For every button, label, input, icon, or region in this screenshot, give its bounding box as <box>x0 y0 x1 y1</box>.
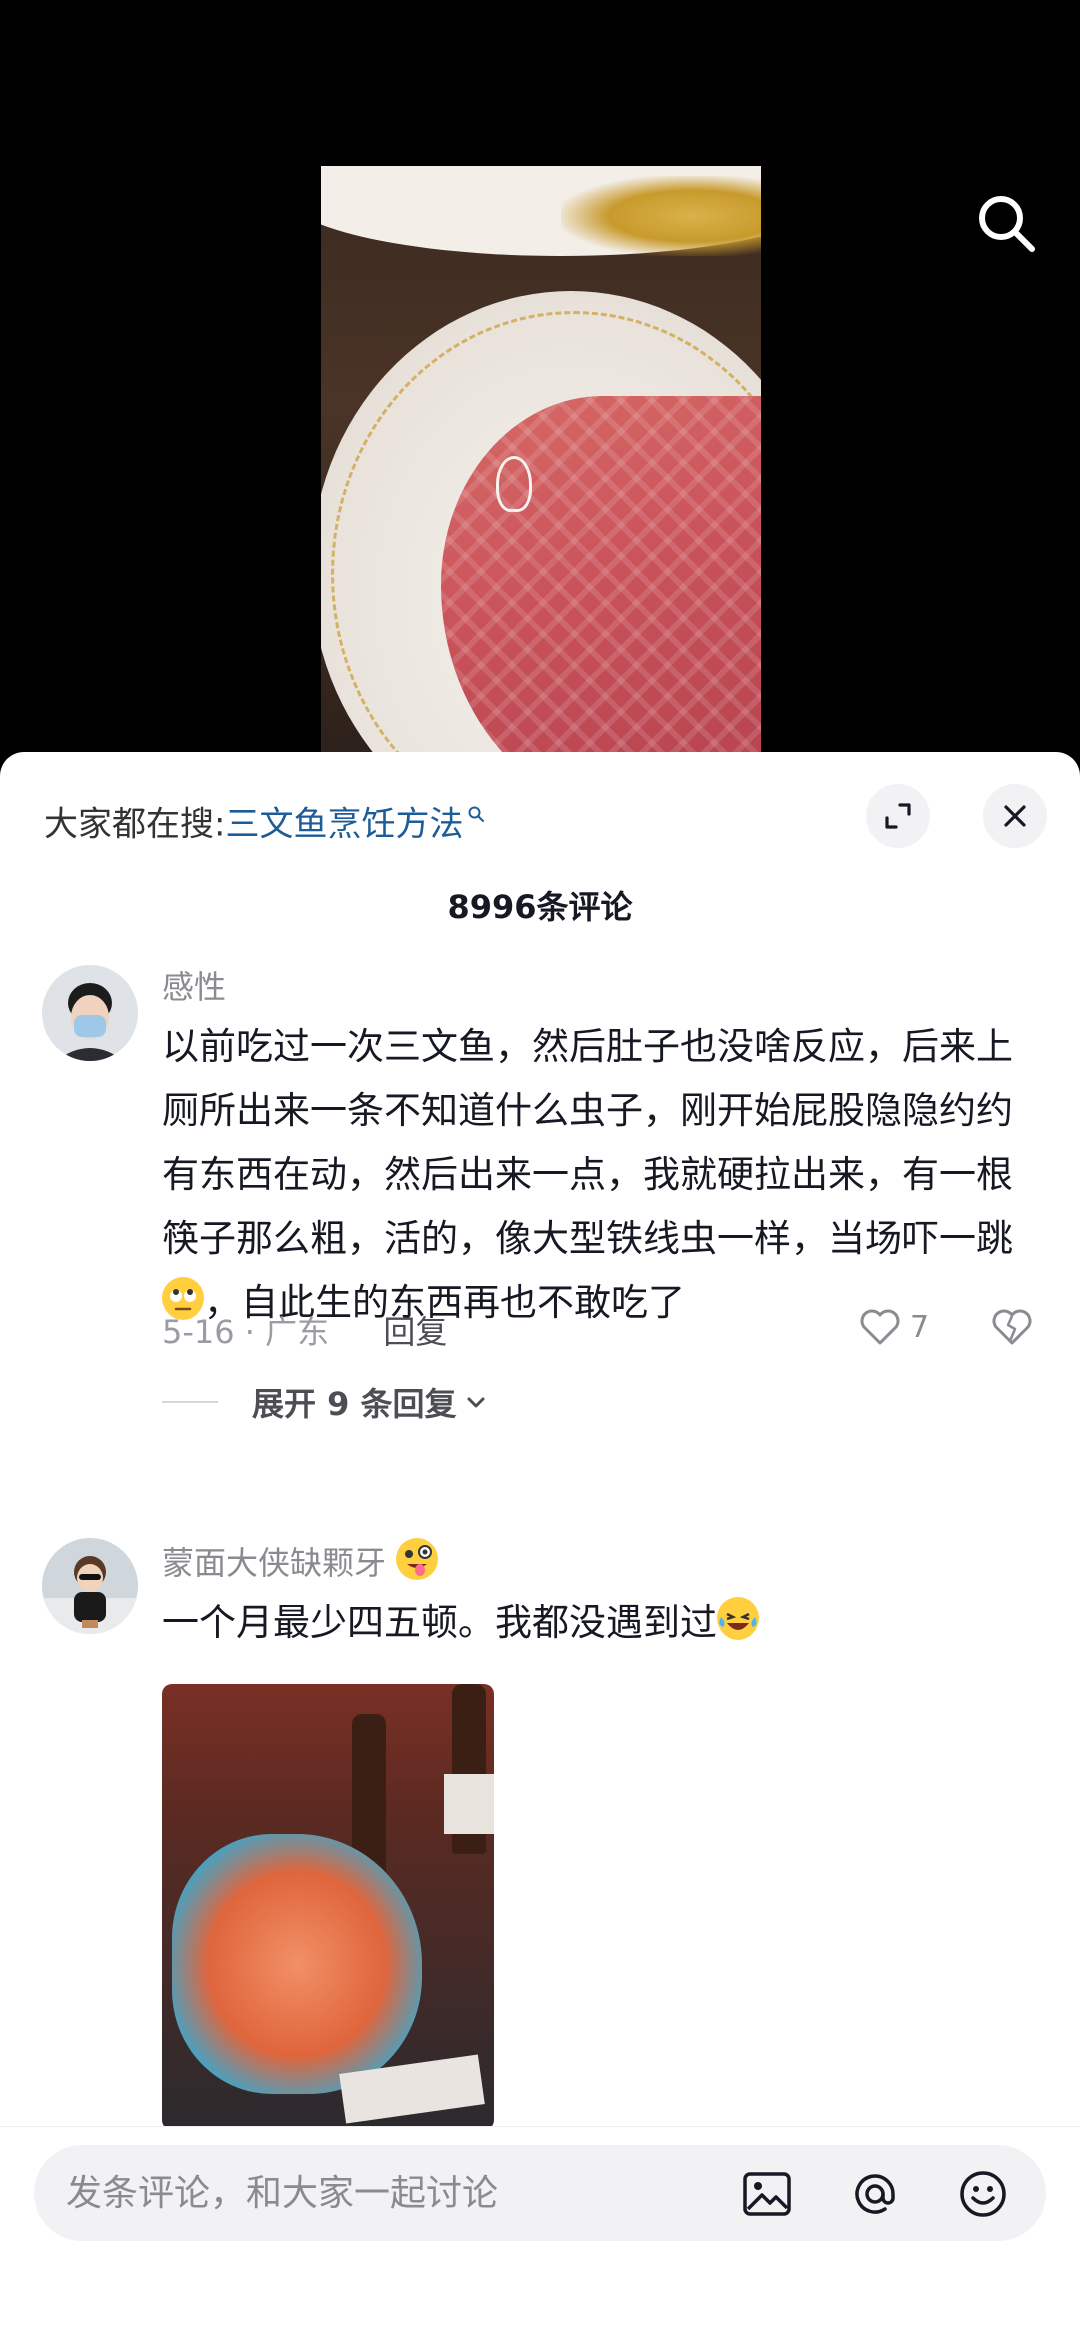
zany-face-emoji <box>396 1538 439 1580</box>
search-icon[interactable] <box>975 192 1037 254</box>
seafood-platter <box>172 1834 422 2094</box>
comment-count: 8996条评论 <box>447 888 633 926</box>
comment-text: 以前吃过一次三文鱼，然后肚子也没啥反应，后来上厕所出来一条不知道什么虫子，刚开始… <box>162 1015 1042 1335</box>
hot-search-keyword[interactable]: 三文鱼烹饪方法 <box>225 804 463 844</box>
like-count: 7 <box>910 1309 930 1345</box>
video-frame[interactable] <box>321 166 761 760</box>
chevron-down-icon <box>467 1397 485 1408</box>
comment-meta: 5-16 · 广东 回复 <box>162 1307 447 1353</box>
salmon-slice <box>441 396 761 760</box>
avatar[interactable] <box>42 1538 138 1634</box>
expand-replies-button[interactable]: 展开 9 条回复 <box>162 1379 489 1425</box>
comment-username-text: 蒙面大侠缺颗牙 <box>162 1544 387 1582</box>
close-button[interactable] <box>983 784 1047 848</box>
expand-replies-label: 展开 9 条回复 <box>252 1385 457 1423</box>
comment-photo[interactable] <box>162 1684 494 2130</box>
gold-decoration <box>561 176 761 256</box>
image-icon[interactable] <box>740 2167 794 2221</box>
comment-input-bar <box>0 2126 1080 2349</box>
emoji-icon[interactable] <box>956 2167 1010 2221</box>
divider-line <box>162 1401 218 1403</box>
heart-icon <box>860 1309 900 1345</box>
comment-username[interactable]: 感性 <box>162 965 1042 1009</box>
comment-body: 感性 以前吃过一次三文鱼，然后肚子也没啥反应，后来上厕所出来一条不知道什么虫子，… <box>162 965 1042 1335</box>
comment-text-main: 以前吃过一次三文鱼，然后肚子也没啥反应，后来上厕所出来一条不知道什么虫子，刚开始… <box>162 1025 1013 1260</box>
comment-username[interactable]: 蒙面大侠缺颗牙 <box>162 1538 1042 1585</box>
sheet-header: 大家都在搜:三文鱼烹饪方法 8996条评论 <box>0 752 1080 926</box>
close-icon <box>1004 805 1026 827</box>
comment-body: 蒙面大侠缺颗牙 一个月最少四五顿。我都没遇到过 <box>162 1538 1042 1655</box>
comment-input[interactable] <box>64 2171 708 2215</box>
small-search-icon <box>467 792 485 832</box>
dislike-button[interactable] <box>990 1307 1034 1351</box>
comment-text: 一个月最少四五顿。我都没遇到过 <box>162 1591 1042 1655</box>
worm <box>496 456 532 512</box>
broken-heart-icon <box>992 1309 1032 1345</box>
hot-search[interactable]: 大家都在搜:三文鱼烹饪方法 <box>44 792 485 845</box>
bottle-label <box>444 1774 494 1834</box>
expand-button[interactable] <box>866 784 930 848</box>
reply-button[interactable]: 回复 <box>383 1313 447 1351</box>
laughing-crying-emoji <box>717 1597 759 1640</box>
comment-date-location: 5-16 · 广东 <box>162 1313 330 1351</box>
comment-input-container[interactable] <box>34 2145 1046 2241</box>
video-player[interactable] <box>0 0 1080 760</box>
like-button[interactable]: 7 <box>858 1307 929 1347</box>
comment-sheet: 大家都在搜:三文鱼烹饪方法 8996条评论 感性 以前吃过一次三文鱼，然后肚子也… <box>0 752 1080 2348</box>
expand-icon <box>885 803 911 829</box>
hot-search-prefix: 大家都在搜: <box>44 804 226 845</box>
avatar[interactable] <box>42 965 138 1061</box>
comment-text-main: 一个月最少四五顿。我都没遇到过 <box>162 1601 717 1644</box>
at-icon[interactable] <box>848 2167 902 2221</box>
